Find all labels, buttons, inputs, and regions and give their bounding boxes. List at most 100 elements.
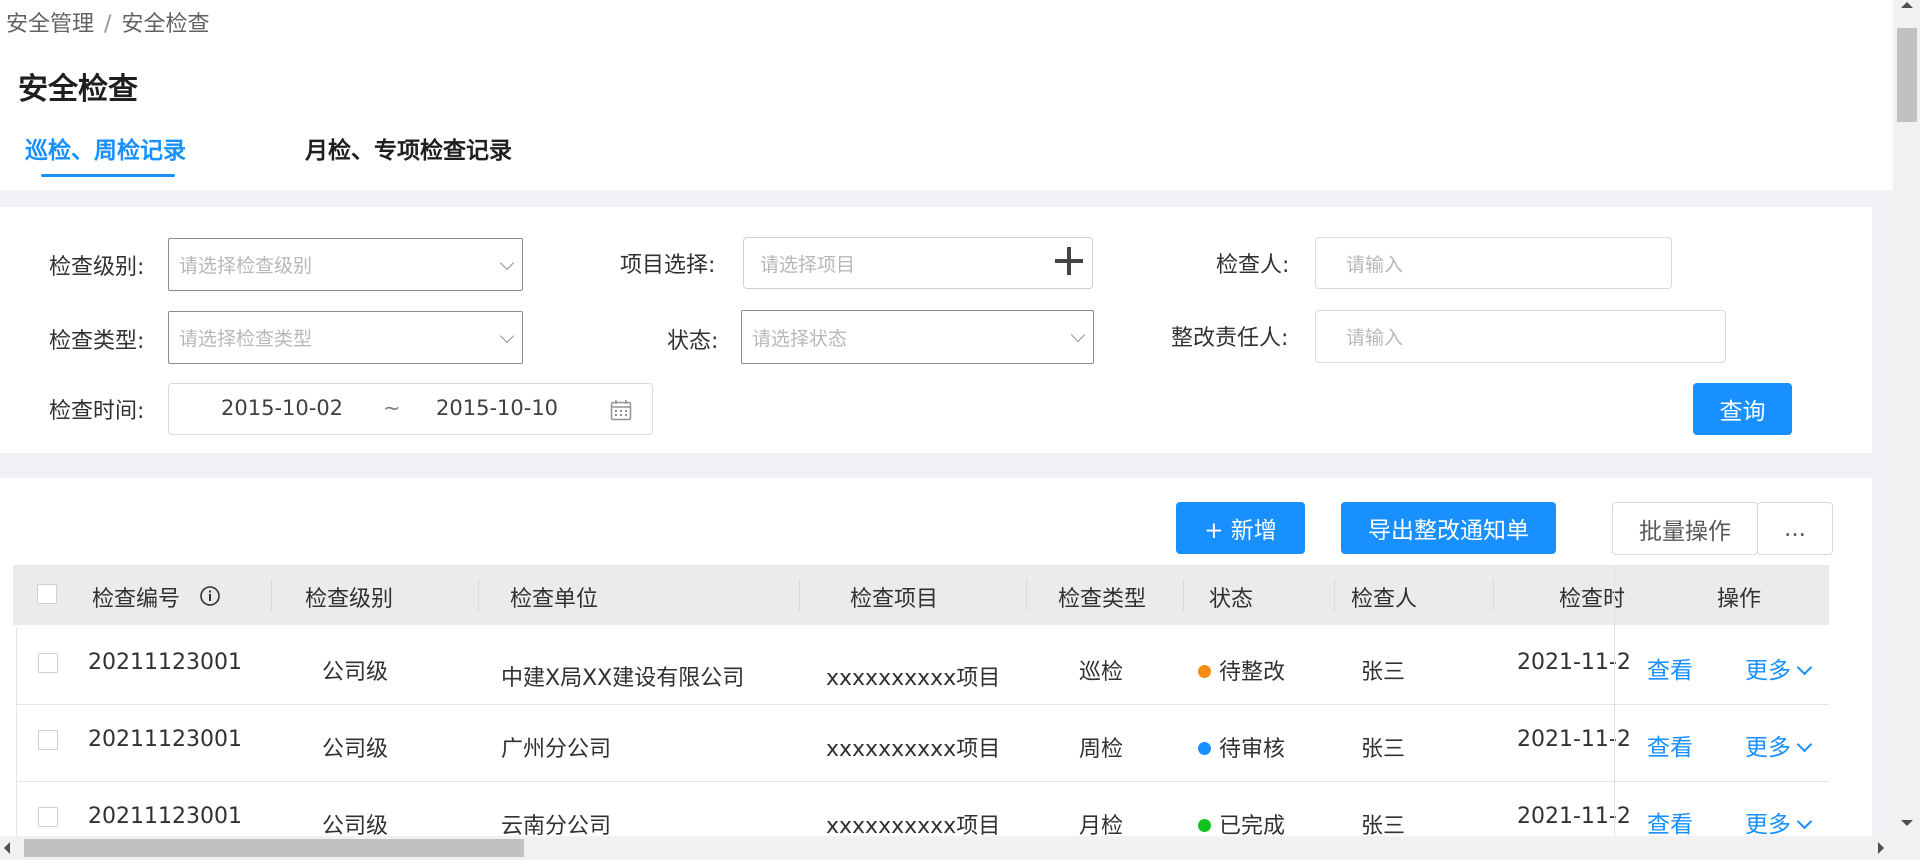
table-header: 检查编号 检查级别 检查单位 检查项目 检查类型 状态 检查人 检查时 操作: [13, 565, 1829, 625]
cell-project: xxxxxxxxxx项目: [826, 666, 1001, 691]
type-placeholder: 请选择检查类型: [179, 328, 313, 350]
col-divider: [1334, 579, 1335, 611]
scroll-down-icon[interactable]: [1901, 820, 1913, 826]
status-dot: [1198, 742, 1211, 755]
status-badge: 待整改: [1198, 654, 1285, 686]
cell-inspector: 张三: [1361, 814, 1406, 836]
inspector-placeholder: 请输入: [1346, 253, 1404, 276]
table-row: 20211123001 公司级 云南分公司 xxxxxxxxxx项目 月检 已完…: [16, 782, 1829, 836]
responsible-placeholder: 请输入: [1346, 327, 1404, 349]
chevron-down-icon: [1070, 327, 1086, 343]
cell-code: 20211123001: [88, 727, 242, 752]
more-label: 更多: [1745, 735, 1791, 761]
status-placeholder: 请选择状态: [752, 327, 848, 350]
more-dropdown[interactable]: 更多: [1745, 651, 1813, 685]
more-options-button[interactable]: ...: [1757, 502, 1833, 555]
date-separator: ~: [383, 396, 401, 420]
info-icon[interactable]: [199, 585, 221, 607]
chevron-down-icon: [499, 255, 515, 270]
responsible-label: 整改责任人:: [1171, 326, 1289, 351]
row-checkbox[interactable]: [38, 730, 58, 750]
col-code: 检查编号: [92, 587, 181, 612]
col-divider: [1026, 579, 1027, 611]
cell-inspector: 张三: [1361, 660, 1406, 685]
page-header: [0, 0, 1893, 190]
cell-type: 周检: [1079, 737, 1124, 762]
more-dropdown[interactable]: 更多: [1745, 805, 1813, 836]
cell-code: 20211123001: [88, 650, 242, 675]
time-label: 检查时间:: [49, 399, 145, 424]
chevron-down-icon: [499, 328, 515, 343]
date-range-picker[interactable]: 2015-10-02 ~ 2015-10-10: [168, 383, 653, 435]
level-placeholder: 请选择检查级别: [179, 255, 313, 277]
start-date[interactable]: 2015-10-02: [221, 396, 343, 420]
cell-level: 公司级: [322, 737, 389, 762]
status-label: 状态:: [667, 329, 719, 354]
horizontal-scroll-thumb[interactable]: [24, 839, 524, 857]
cell-inspector: 张三: [1361, 737, 1406, 762]
project-label: 项目选择:: [620, 253, 716, 278]
cell-level: 公司级: [322, 814, 389, 836]
cell-status: 待整改: [1219, 660, 1286, 685]
chevron-down-icon: [1796, 659, 1813, 676]
level-label: 检查级别:: [49, 255, 145, 280]
more-dropdown[interactable]: 更多: [1745, 728, 1813, 762]
status-badge: 已完成: [1198, 808, 1285, 836]
vertical-scroll-thumb[interactable]: [1897, 28, 1917, 122]
col-divider: [1493, 579, 1494, 611]
active-tab-indicator: [41, 174, 175, 177]
responsible-input[interactable]: 请输入: [1315, 310, 1726, 363]
breadcrumb-current: 安全检查: [121, 12, 210, 37]
project-placeholder: 请选择项目: [760, 253, 856, 276]
tab-patrol-weekly[interactable]: 巡检、周检记录: [25, 131, 186, 165]
cell-unit: 中建X局XX建设有限公司: [501, 666, 745, 691]
table-panel: + 新增 导出整改通知单 批量操作 ... 检查编号 检查级别 检查单位 检查项…: [0, 478, 1872, 836]
col-type: 检查类型: [1058, 587, 1147, 612]
table-row: 20211123001 公司级 广州分公司 xxxxxxxxxx项目 周检 待审…: [16, 705, 1829, 782]
scroll-left-icon[interactable]: [4, 842, 10, 854]
col-unit: 检查单位: [510, 587, 599, 612]
plus-icon[interactable]: [1054, 246, 1084, 276]
tab-monthly-special[interactable]: 月检、专项检查记录: [305, 131, 512, 165]
cell-unit: 云南分公司: [501, 814, 612, 836]
view-link[interactable]: 查看: [1647, 651, 1693, 685]
select-all-checkbox[interactable]: [37, 584, 57, 604]
type-label: 检查类型:: [49, 329, 145, 354]
breadcrumb-separator: /: [104, 12, 112, 37]
col-divider: [271, 579, 272, 611]
export-notice-button[interactable]: 导出整改通知单: [1341, 502, 1556, 554]
scroll-up-icon[interactable]: [1901, 2, 1913, 8]
cell-unit: 广州分公司: [501, 737, 612, 762]
col-project: 检查项目: [850, 587, 939, 612]
status-select[interactable]: 请选择状态: [741, 310, 1094, 364]
page-title: 安全检查: [18, 72, 138, 107]
end-date[interactable]: 2015-10-10: [436, 396, 558, 420]
table-row: 20211123001 公司级 中建X局XX建设有限公司 xxxxxxxxxx项…: [16, 628, 1829, 705]
row-checkbox[interactable]: [38, 653, 58, 673]
inspector-input[interactable]: 请输入: [1315, 237, 1672, 289]
breadcrumb-root[interactable]: 安全管理: [6, 12, 94, 37]
status-dot: [1198, 665, 1211, 678]
query-button[interactable]: 查询: [1693, 383, 1792, 435]
calendar-icon: [610, 400, 632, 421]
view-link[interactable]: 查看: [1647, 805, 1693, 836]
add-button[interactable]: + 新增: [1176, 502, 1305, 554]
view-link[interactable]: 查看: [1647, 728, 1693, 762]
col-level: 检查级别: [305, 587, 394, 612]
type-select[interactable]: 请选择检查类型: [168, 311, 523, 364]
status-dot: [1198, 819, 1211, 832]
more-label: 更多: [1745, 812, 1791, 836]
cell-type: 月检: [1079, 814, 1124, 836]
cell-project: xxxxxxxxxx项目: [826, 737, 1001, 762]
more-label: 更多: [1745, 658, 1791, 684]
col-status: 状态: [1209, 587, 1254, 612]
level-select[interactable]: 请选择检查级别: [168, 238, 523, 291]
scroll-right-icon[interactable]: [1878, 842, 1884, 854]
cell-project: xxxxxxxxxx项目: [826, 814, 1001, 836]
project-select[interactable]: 请选择项目: [743, 237, 1093, 289]
col-divider: [478, 579, 479, 611]
row-checkbox[interactable]: [38, 807, 58, 827]
vertical-scrollbar[interactable]: [1894, 0, 1920, 836]
cell-type: 巡检: [1079, 660, 1124, 685]
batch-operation-button[interactable]: 批量操作: [1612, 502, 1758, 555]
